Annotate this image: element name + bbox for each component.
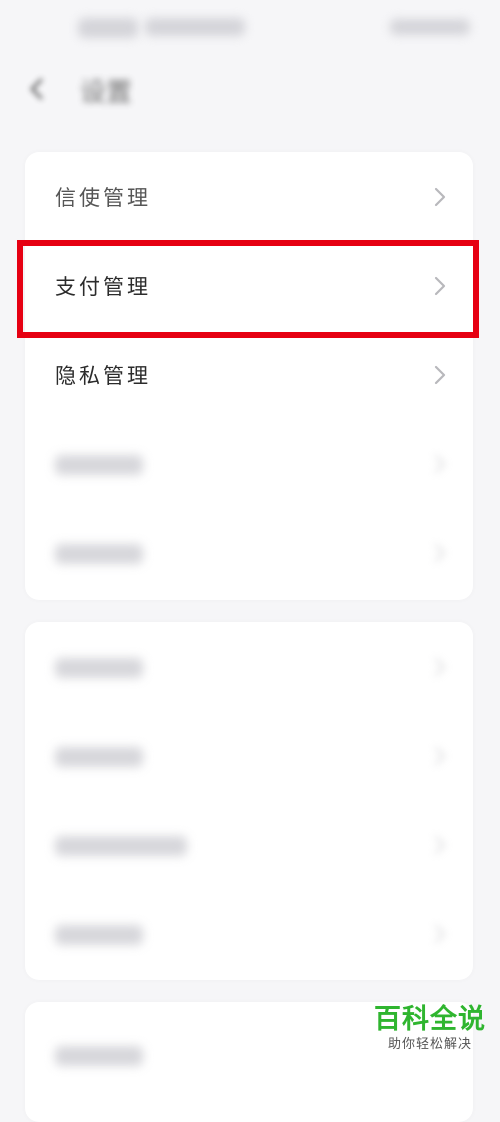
status-time-blurred: [78, 18, 138, 38]
settings-card-management: 信使管理 支付管理 隐私管理: [25, 152, 473, 600]
battery-indicator-blurred: [390, 19, 470, 35]
chevron-right-icon: [434, 924, 446, 943]
chevron-right-icon: [434, 543, 446, 562]
settings-item-blurred[interactable]: [25, 889, 473, 978]
watermark-subtitle: 助你轻松解决: [387, 1037, 472, 1052]
page-header: 设置: [0, 56, 500, 124]
settings-item-messenger-management[interactable]: 信使管理: [25, 152, 473, 241]
settings-item-label-blurred: [55, 836, 187, 856]
settings-card-general: [25, 622, 473, 980]
page-title: 设置: [80, 78, 133, 108]
chevron-right-icon: [434, 657, 446, 676]
settings-item-label: 信使管理: [55, 185, 151, 210]
chevron-right-icon: [434, 835, 446, 854]
settings-item-blurred[interactable]: [25, 419, 473, 508]
settings-item-label-blurred: [55, 1046, 143, 1066]
watermark-title: 百科全说: [374, 1004, 486, 1035]
settings-item-label-blurred: [55, 747, 143, 767]
settings-item-blurred[interactable]: [25, 622, 473, 711]
settings-item-privacy-management[interactable]: 隐私管理: [25, 330, 473, 419]
chevron-right-icon: [434, 454, 446, 473]
settings-item-label: 隐私管理: [55, 363, 151, 388]
settings-item-label-blurred: [55, 658, 143, 678]
back-arrow-icon[interactable]: [22, 74, 52, 104]
chevron-right-icon: [434, 276, 446, 295]
watermark-logo: 百科全说 助你轻松解决: [374, 1004, 486, 1054]
chevron-right-icon: [434, 365, 446, 384]
settings-item-blurred[interactable]: [25, 711, 473, 800]
chevron-right-icon: [434, 187, 446, 206]
settings-item-label-blurred: [55, 925, 143, 945]
settings-item-payment-management[interactable]: 支付管理: [25, 241, 473, 330]
settings-item-blurred[interactable]: [25, 508, 473, 597]
chevron-right-icon: [434, 746, 446, 765]
settings-item-label: 支付管理: [55, 274, 151, 299]
settings-item-label-blurred: [55, 455, 143, 475]
settings-item-blurred[interactable]: [25, 800, 473, 889]
status-icons-blurred: [145, 18, 245, 36]
status-bar: [0, 0, 500, 56]
settings-item-label-blurred: [55, 544, 143, 564]
